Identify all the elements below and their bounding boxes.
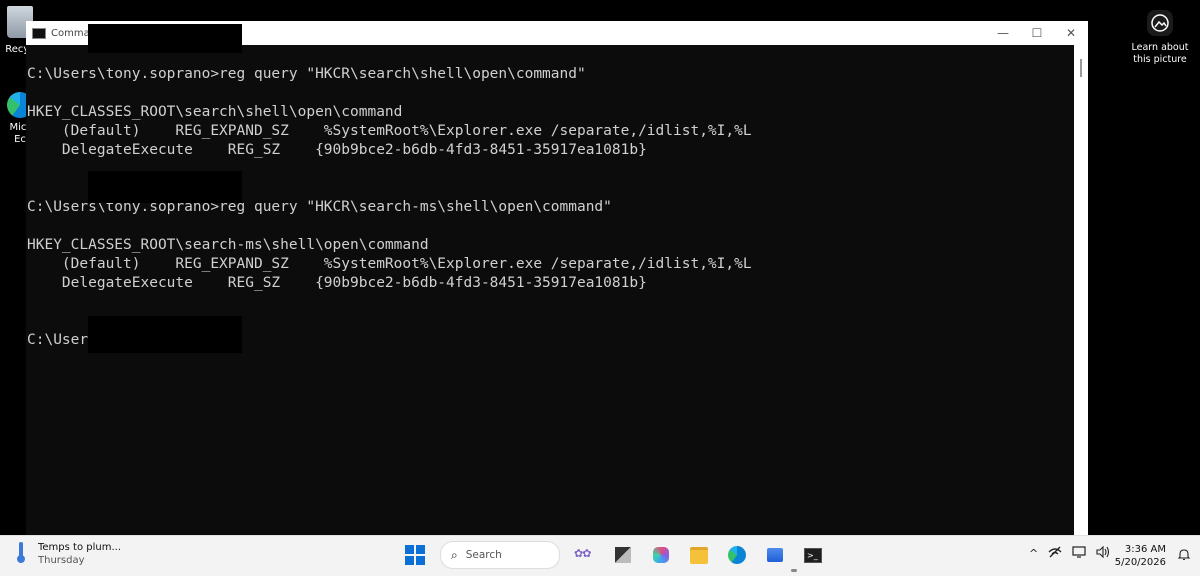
weather-widget[interactable]: Temps to plum... Thursday <box>16 542 121 567</box>
search-placeholder: Search <box>465 549 502 561</box>
task-view-icon <box>615 547 631 563</box>
maximize-button[interactable]: ☐ <box>1020 21 1054 45</box>
start-button[interactable] <box>404 544 426 566</box>
copilot-icon <box>653 547 669 563</box>
learn-line2: this picture <box>1133 54 1187 65</box>
redaction-bar <box>88 24 242 53</box>
minimize-button[interactable]: — <box>986 21 1020 45</box>
clock-date: 5/20/2026 <box>1114 557 1166 568</box>
scrollbar-thumb[interactable] <box>1080 59 1082 77</box>
store-button[interactable] <box>764 544 786 566</box>
search-icon: ⌕ <box>451 547 458 562</box>
taskbar-search[interactable]: ⌕ Search <box>440 541 560 569</box>
clock[interactable]: 3:36 AM 5/20/2026 <box>1114 543 1166 569</box>
thermometer-icon <box>16 542 26 564</box>
terminal-icon: >_ <box>804 547 822 563</box>
learn-about-picture[interactable]: Learn about this picture <box>1128 10 1192 66</box>
window-controls: — ☐ ✕ <box>986 21 1088 45</box>
learn-picture-icon <box>1147 10 1173 36</box>
active-app-indicator <box>791 569 797 572</box>
search-highlight-button[interactable]: ✿✿ <box>574 544 596 566</box>
console-line: DelegateExecute REG_SZ {90b9bce2-b6db-4f… <box>27 142 647 158</box>
terminal-taskbar-button[interactable]: >_ <box>802 544 824 566</box>
console-line: DelegateExecute REG_SZ {90b9bce2-b6db-4f… <box>27 275 647 291</box>
console-line: (Default) REG_EXPAND_SZ %SystemRoot%\Exp… <box>27 123 752 139</box>
network-off-icon[interactable] <box>1048 546 1062 561</box>
search-highlight-icon: ✿✿ <box>574 547 591 560</box>
command-prompt-window[interactable]: Comman — ☐ ✕ C:\Users\tony.soprano>reg q… <box>26 21 1088 535</box>
taskbar-apps: ⌕ Search ✿✿ >_ <box>396 541 832 569</box>
console-line: HKEY_CLASSES_ROOT\search-ms\shell\open\c… <box>27 237 429 253</box>
edge-icon <box>728 546 746 564</box>
console-line: C:\User <box>27 332 89 348</box>
console-line: HKEY_CLASSES_ROOT\search\shell\open\comm… <box>27 104 403 120</box>
close-button[interactable]: ✕ <box>1054 21 1088 45</box>
redaction-bar <box>88 171 242 203</box>
file-explorer-button[interactable] <box>688 544 710 566</box>
console-line: (Default) REG_EXPAND_SZ %SystemRoot%\Exp… <box>27 256 752 272</box>
edge-taskbar-button[interactable] <box>726 544 748 566</box>
notification-bell-icon[interactable] <box>1177 548 1191 564</box>
redaction-bar <box>88 316 242 353</box>
weather-subtitle: Thursday <box>38 555 85 566</box>
weather-title: Temps to plum... <box>38 542 121 553</box>
store-icon <box>767 548 783 562</box>
cmd-icon <box>32 27 46 39</box>
volume-icon[interactable] <box>1096 545 1110 561</box>
folder-icon <box>690 546 708 564</box>
copilot-button[interactable] <box>650 544 672 566</box>
window-title: Comman <box>51 27 88 39</box>
system-tray: ^ <box>1024 545 1115 561</box>
clock-time: 3:36 AM <box>1124 544 1166 555</box>
windows-start-icon <box>405 545 425 565</box>
window-title-tab[interactable]: Comman <box>26 21 88 45</box>
vertical-scrollbar[interactable] <box>1074 45 1088 535</box>
learn-line1: Learn about <box>1131 42 1189 53</box>
taskbar: Temps to plum... Thursday ⌕ Search ✿✿ >_… <box>0 535 1200 576</box>
console-output[interactable]: C:\Users\tony.soprano>reg query "HKCR\se… <box>26 45 1074 535</box>
tray-overflow-chevron-icon[interactable]: ^ <box>1029 547 1038 560</box>
console-line: C:\Users\tony.soprano>reg query "HKCR\se… <box>27 66 586 82</box>
task-view-button[interactable] <box>612 544 634 566</box>
display-icon[interactable] <box>1072 546 1086 561</box>
